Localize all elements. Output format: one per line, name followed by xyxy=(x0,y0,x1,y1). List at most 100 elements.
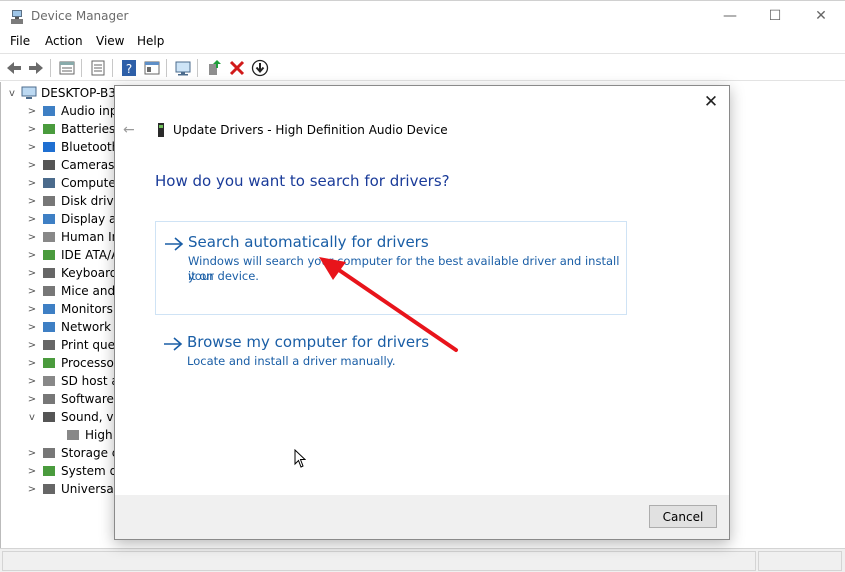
browse-computer-option[interactable]: Browse my computer for drivers Locate an… xyxy=(155,326,627,378)
menu-help[interactable]: Help xyxy=(137,34,164,48)
tree-item[interactable]: > Cameras xyxy=(27,156,115,174)
tree-item-label: Storage c xyxy=(61,446,119,460)
expand-icon[interactable]: > xyxy=(27,376,37,387)
expand-icon[interactable]: > xyxy=(27,286,37,297)
expand-icon[interactable]: > xyxy=(27,448,37,459)
toolbar-separator xyxy=(112,59,113,77)
tree-item[interactable]: > Software xyxy=(27,390,114,408)
help-icon[interactable]: ? xyxy=(119,58,139,78)
tree-item[interactable]: > Audio inp xyxy=(27,102,118,120)
download-icon[interactable] xyxy=(250,58,270,78)
tree-item[interactable]: > Monitors xyxy=(27,300,113,318)
device-category-icon xyxy=(43,214,55,224)
dialog-heading: How do you want to search for drivers? xyxy=(155,172,450,190)
tree-item-label: Batteries xyxy=(61,122,116,136)
status-cell xyxy=(2,551,756,571)
tree-item[interactable]: > SD host a xyxy=(27,372,119,390)
expand-icon[interactable]: > xyxy=(27,484,37,495)
expand-icon[interactable]: > xyxy=(27,304,37,315)
uninstall-icon[interactable] xyxy=(227,58,247,78)
tree-item[interactable]: > System de xyxy=(27,462,125,480)
toolbar-separator xyxy=(197,59,198,77)
tree-item[interactable]: > Batteries xyxy=(27,120,115,138)
device-category-icon xyxy=(43,484,55,494)
menu-bar: File Action View Help xyxy=(0,32,845,52)
close-icon: ✕ xyxy=(815,8,827,24)
device-category-icon xyxy=(43,358,55,368)
tree-root[interactable]: v DESKTOP-B3C xyxy=(7,84,124,102)
device-category-icon xyxy=(43,232,55,242)
device-manager-icon xyxy=(11,10,23,24)
tree-item[interactable]: > Mice and xyxy=(27,282,115,300)
tree-item-label: Cameras xyxy=(61,158,115,172)
expand-icon[interactable]: > xyxy=(27,358,37,369)
maximize-button[interactable]: ☐ xyxy=(752,1,798,31)
tree-item[interactable]: > IDE ATA/A xyxy=(27,246,120,264)
option-title: Search automatically for drivers xyxy=(188,233,429,251)
tree-item[interactable]: > Display a xyxy=(27,210,117,228)
collapse-icon[interactable]: v xyxy=(7,88,17,99)
tree-item-label: Disk drive xyxy=(61,194,121,208)
tree-item[interactable]: > Keyboard xyxy=(27,264,118,282)
right-arrow-icon xyxy=(164,337,183,351)
expand-icon[interactable]: > xyxy=(27,160,37,171)
tree-item-label: Processor xyxy=(61,356,119,370)
tree-item[interactable]: > Disk drive xyxy=(27,192,121,210)
expand-icon[interactable]: > xyxy=(27,106,37,117)
tree-item[interactable]: > Bluetooth xyxy=(27,138,119,156)
tree-item-label: Mice and xyxy=(61,284,116,298)
search-automatically-option[interactable]: Search automatically for drivers Windows… xyxy=(155,221,627,315)
tree-item[interactable]: > Compute xyxy=(27,174,116,192)
view-icon[interactable] xyxy=(142,58,162,78)
option-description: Locate and install a driver manually. xyxy=(187,354,396,368)
back-arrow-icon[interactable] xyxy=(4,58,24,78)
close-window-button[interactable]: ✕ xyxy=(798,1,844,31)
expand-icon[interactable]: > xyxy=(27,340,37,351)
expand-icon[interactable]: > xyxy=(27,214,37,225)
expand-icon[interactable]: > xyxy=(27,250,37,261)
properties-icon[interactable] xyxy=(57,58,77,78)
expand-icon[interactable]: > xyxy=(27,142,37,153)
dialog-close-button[interactable]: ✕ xyxy=(701,92,721,112)
back-arrow-icon[interactable]: ← xyxy=(123,122,139,138)
minimize-button[interactable]: — xyxy=(707,1,753,31)
computer-monitor-icon[interactable] xyxy=(173,58,193,78)
forward-arrow-icon[interactable] xyxy=(26,58,46,78)
tree-item[interactable]: > Human In xyxy=(27,228,119,246)
expand-icon[interactable]: > xyxy=(27,466,37,477)
menu-action[interactable]: Action xyxy=(45,34,83,48)
tree-item-label: Sound, vi xyxy=(61,410,117,424)
collapse-icon[interactable]: v xyxy=(27,412,37,423)
tree-item[interactable]: > Universal xyxy=(27,480,117,498)
computer-icon xyxy=(21,86,37,99)
menu-file[interactable]: File xyxy=(10,34,30,48)
tree-item[interactable]: > Storage c xyxy=(27,444,119,462)
device-category-icon xyxy=(43,466,55,476)
menu-view[interactable]: View xyxy=(96,34,124,48)
expand-icon[interactable]: > xyxy=(27,178,37,189)
toolbar: ? xyxy=(0,53,845,81)
expand-icon[interactable]: > xyxy=(27,232,37,243)
expand-icon[interactable]: > xyxy=(27,394,37,405)
tree-item-label: Display a xyxy=(61,212,117,226)
expand-icon[interactable]: > xyxy=(27,268,37,279)
tree-item[interactable]: > Processor xyxy=(27,354,119,372)
svg-text:?: ? xyxy=(126,62,132,76)
device-category-icon xyxy=(43,160,55,170)
tree-item[interactable]: > Network a xyxy=(27,318,122,336)
device-category-icon xyxy=(43,142,55,152)
expand-icon[interactable]: > xyxy=(27,322,37,333)
device-category-icon xyxy=(67,430,79,440)
tree-item[interactable]: > Print queu xyxy=(27,336,123,354)
update-driver-icon[interactable] xyxy=(204,58,224,78)
tree-item[interactable]: v Sound, vi xyxy=(27,408,117,426)
expand-icon[interactable]: > xyxy=(27,196,37,207)
tree-item-label: Bluetooth xyxy=(61,140,120,154)
device-category-icon xyxy=(43,286,55,296)
tree-item-label: Universal xyxy=(61,482,118,496)
device-category-icon xyxy=(43,124,55,134)
details-icon[interactable] xyxy=(88,58,108,78)
device-category-icon xyxy=(43,106,55,116)
cancel-button[interactable]: Cancel xyxy=(649,505,717,528)
expand-icon[interactable]: > xyxy=(27,124,37,135)
